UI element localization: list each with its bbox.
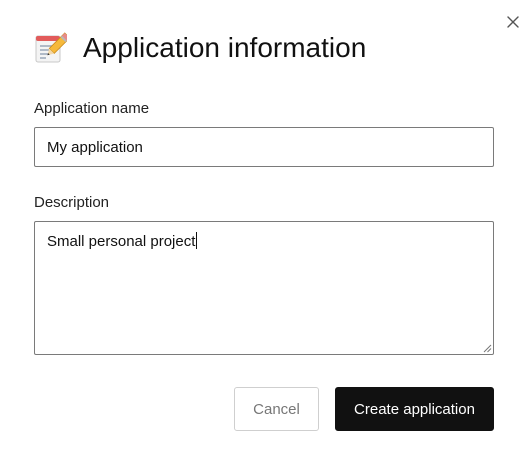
description-text: Small personal project [47, 232, 198, 251]
application-info-dialog: Application information Application name… [0, 0, 531, 466]
description-value: Small personal project [47, 233, 196, 250]
close-icon [507, 16, 519, 28]
application-name-label: Application name [34, 100, 150, 117]
cancel-button[interactable]: Cancel [234, 387, 319, 431]
description-label: Description [34, 194, 110, 211]
resize-handle-icon[interactable] [483, 344, 492, 353]
dialog-title: Application information [83, 32, 367, 63]
create-application-button[interactable]: Create application [335, 387, 494, 431]
text-caret [196, 232, 198, 249]
dialog-header: Application information [33, 27, 366, 69]
close-button[interactable] [503, 11, 523, 33]
application-name-input[interactable] [34, 127, 494, 167]
memo-pencil-icon [33, 30, 67, 66]
description-textarea[interactable]: Small personal project [34, 221, 494, 355]
